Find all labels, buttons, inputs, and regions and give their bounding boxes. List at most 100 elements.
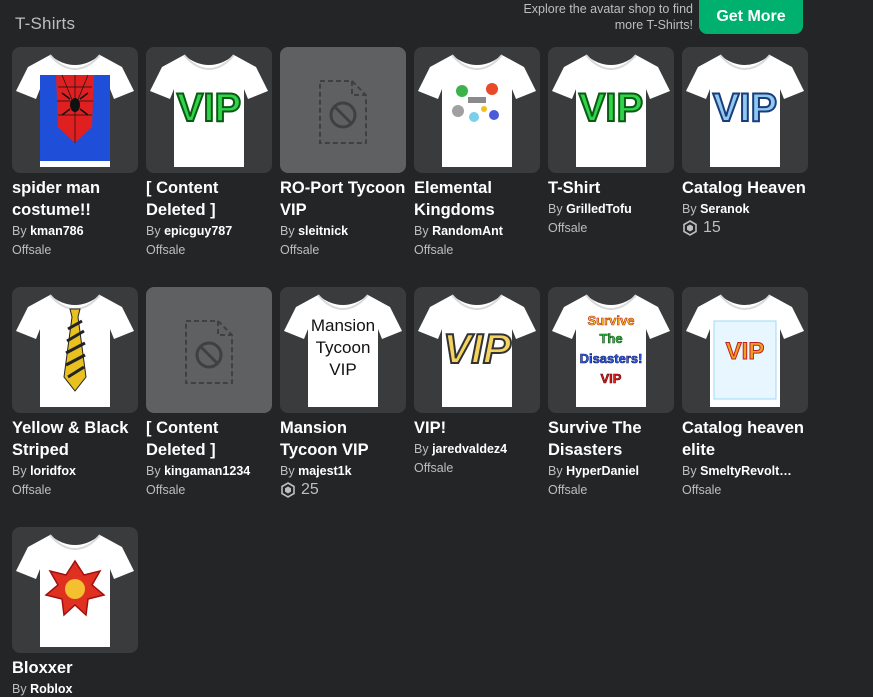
by-label: By (548, 464, 563, 478)
item-creator: By RandomAnt (414, 223, 540, 239)
item-price: Offsale (12, 483, 52, 497)
item-thumbnail[interactable] (280, 47, 406, 173)
promo-line: more T-Shirts! (614, 18, 693, 32)
creator-link[interactable]: GrilledTofu (566, 202, 632, 216)
tshirt-thumbnail: VIP (686, 294, 804, 407)
thumb-text-line: Mansion (311, 316, 375, 335)
by-label: By (146, 464, 161, 478)
by-label: By (12, 224, 27, 238)
item-name[interactable]: Bloxxer (12, 657, 138, 679)
item-thumbnail[interactable] (12, 287, 138, 413)
by-label: By (280, 464, 295, 478)
deleted-item-icon (185, 320, 233, 384)
item-thumbnail[interactable]: VIP (548, 47, 674, 173)
item-price: Offsale (12, 243, 52, 257)
tshirt-thumbnail (16, 534, 134, 647)
creator-link[interactable]: RandomAnt (432, 224, 503, 238)
tshirt-thumbnail (418, 54, 536, 167)
item-creator: By sleitnick (280, 223, 406, 239)
item-name[interactable]: [ Content Deleted ] (146, 417, 272, 461)
thumb-vip-text: VIP (177, 86, 241, 130)
inventory-header: T-Shirts Explore the avatar shop to find… (0, 0, 873, 44)
item-card[interactable]: Elemental Kingdoms By RandomAnt Offsale (414, 47, 540, 258)
item-card[interactable]: VIP [ Content Deleted ] By epicguy787 Off… (146, 47, 272, 258)
by-label: By (682, 202, 697, 216)
item-creator: By GrilledTofu (548, 201, 674, 217)
get-more-button[interactable]: Get More (699, 0, 803, 34)
item-name[interactable]: Catalog heaven elite (682, 417, 808, 461)
item-name[interactable]: Yellow & Black Striped (12, 417, 138, 461)
thumb-vip-text: VIP (726, 338, 765, 365)
creator-link[interactable]: HyperDaniel (566, 464, 639, 478)
creator-link[interactable]: Seranok (700, 202, 749, 216)
creator-link[interactable]: Roblox (30, 682, 72, 696)
tshirt-thumbnail: Survive The Disasters! VIP (552, 294, 670, 407)
item-name[interactable]: [ Content Deleted ] (146, 177, 272, 221)
item-price: Offsale (548, 483, 588, 497)
robux-icon (683, 220, 697, 236)
item-name[interactable]: RO-Port Tycoon VIP (280, 177, 406, 221)
item-thumbnail[interactable] (146, 287, 272, 413)
item-price: Offsale (682, 483, 722, 497)
item-thumbnail[interactable] (414, 47, 540, 173)
item-thumbnail[interactable]: Survive The Disasters! VIP (548, 287, 674, 413)
item-name[interactable]: spider man costume!! (12, 177, 138, 221)
item-card[interactable]: VIP T-Shirt By GrilledTofu Offsale (548, 47, 674, 236)
item-card[interactable]: VIP VIP! By jaredvaldez4 Offsale (414, 287, 540, 476)
item-creator: By kingaman1234 (146, 463, 272, 479)
creator-link[interactable]: sleitnick (298, 224, 348, 238)
tshirt-thumbnail: VIP (552, 54, 670, 167)
item-price: Offsale (414, 243, 454, 257)
thumb-text-line: Disasters! (580, 351, 643, 366)
item-card[interactable]: Yellow & Black Striped By loridfox Offsal… (12, 287, 138, 498)
item-name[interactable]: Catalog Heaven (682, 177, 808, 199)
item-creator: By SmeltyRevolt… (682, 463, 808, 479)
item-name[interactable]: Elemental Kingdoms (414, 177, 540, 221)
creator-link[interactable]: jaredvaldez4 (432, 442, 507, 456)
item-thumbnail[interactable]: VIP (682, 287, 808, 413)
item-thumbnail[interactable]: VIP (414, 287, 540, 413)
item-creator: By loridfox (12, 463, 138, 479)
creator-link[interactable]: kingaman1234 (164, 464, 250, 478)
item-creator: By Roblox (12, 681, 138, 697)
tshirt-thumbnail (16, 54, 134, 167)
item-creator: By Seranok (682, 201, 808, 217)
item-thumbnail[interactable]: VIP (682, 47, 808, 173)
item-card[interactable]: Bloxxer By Roblox (12, 527, 138, 697)
item-price: Offsale (146, 243, 186, 257)
item-thumbnail[interactable] (12, 527, 138, 653)
item-creator: By epicguy787 (146, 223, 272, 239)
item-card[interactable]: Survive The Disasters! VIP Survive The D… (548, 287, 674, 498)
robux-icon (281, 482, 295, 498)
creator-link[interactable]: loridfox (30, 464, 76, 478)
thumb-text-line: The (599, 331, 622, 346)
creator-link[interactable]: SmeltyRevolt… (700, 464, 792, 478)
item-card[interactable]: RO-Port Tycoon VIP By sleitnick Offsale (280, 47, 406, 258)
thumb-text-line: Tycoon (316, 338, 371, 357)
item-card[interactable]: [ Content Deleted ] By kingaman1234 Offsa… (146, 287, 272, 498)
creator-link[interactable]: epicguy787 (164, 224, 232, 238)
item-creator: By kman786 (12, 223, 138, 239)
creator-link[interactable]: kman786 (30, 224, 84, 238)
by-label: By (280, 224, 295, 238)
item-name[interactable]: T-Shirt (548, 177, 674, 199)
item-thumbnail[interactable]: Mansion Tycoon VIP (280, 287, 406, 413)
thumb-text-line: Survive (588, 313, 635, 328)
item-name[interactable]: Survive The Disasters (548, 417, 674, 461)
item-thumbnail[interactable] (12, 47, 138, 173)
item-card[interactable]: VIP Catalog Heaven By Seranok 15 (682, 47, 808, 236)
creator-link[interactable]: majest1k (298, 464, 352, 478)
category-title: T-Shirts (15, 14, 76, 33)
item-card[interactable]: VIP Catalog heaven elite By SmeltyRevolt… (682, 287, 808, 498)
item-name[interactable]: Mansion Tycoon VIP (280, 417, 406, 461)
item-card[interactable]: spider man costume!! By kman786 Offsale (12, 47, 138, 258)
item-name[interactable]: VIP! (414, 417, 540, 439)
item-thumbnail[interactable]: VIP (146, 47, 272, 173)
tshirt-thumbnail: VIP (686, 54, 804, 167)
item-creator: By majest1k (280, 463, 406, 479)
thumb-text-line: VIP (601, 371, 622, 386)
tshirt-thumbnail: VIP (150, 54, 268, 167)
item-price: 25 (280, 482, 406, 498)
by-label: By (682, 464, 697, 478)
item-card[interactable]: Mansion Tycoon VIP Mansion Tycoon VIP By… (280, 287, 406, 498)
